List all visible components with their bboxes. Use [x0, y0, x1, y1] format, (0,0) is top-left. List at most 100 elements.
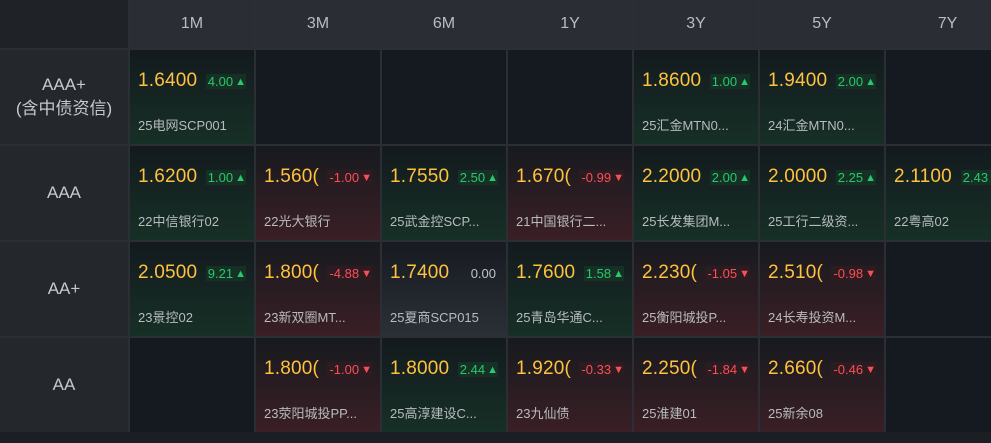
triangle-up-icon: ▲	[739, 75, 750, 88]
quote-cell[interactable]: 2.1100 2.43▲ 22粤高02	[886, 146, 991, 240]
quote-cell[interactable]: 1.6400 4.00 ▲ 25电网SCP001	[130, 50, 254, 144]
bond-name: 25汇金MTN0...	[642, 118, 729, 133]
row-header-line: AAA	[46, 183, 82, 202]
quote-cell[interactable]: 1.7550 2.50 ▲ 25武金控SCP...	[382, 146, 506, 240]
triangle-down-icon: ▼	[865, 267, 876, 280]
change-value: -1.00	[329, 170, 360, 185]
quote-cell[interactable]: 1.8600 1.00 ▲ 25汇金MTN0...	[634, 50, 758, 144]
change-value: 2.43	[962, 170, 989, 185]
quote-cell[interactable]: 2.0500 9.21 ▲ 23景控02	[130, 242, 254, 336]
triangle-down-icon: ▼	[739, 363, 750, 376]
triangle-down-icon: ▼	[865, 363, 876, 376]
bond-name: 23九仙债	[516, 406, 570, 421]
change-badge: -0.99 ▼	[579, 170, 624, 185]
row-header: AA	[0, 338, 128, 432]
yield-value: 1.920(	[516, 358, 572, 379]
change-value: 2.50	[459, 170, 486, 185]
change-value: 0.00	[470, 266, 496, 281]
column-header-3y[interactable]: 3Y	[634, 0, 758, 48]
bond-name: 24汇金MTN0...	[768, 118, 855, 133]
bond-name: 25武金控SCP...	[390, 214, 480, 229]
bond-name: 23荥阳城投PP...	[264, 406, 357, 421]
bond-name: 25夏商SCP015	[390, 310, 479, 325]
change-badge: 2.25 ▲	[835, 170, 876, 185]
quote-cell[interactable]: 2.2000 2.00 ▲ 25长发集团M...	[634, 146, 758, 240]
quote-cell[interactable]: 2.510(-0.98 ▼ 24长寿投资M...	[760, 242, 884, 336]
quote-cell[interactable]: 1.670(-0.99 ▼ 21中国银行二...	[508, 146, 632, 240]
yield-value: 1.7400	[390, 262, 450, 283]
column-header-5y[interactable]: 5Y	[760, 0, 884, 48]
yield-value: 1.560(	[264, 166, 320, 187]
yield-value: 2.1100	[894, 166, 952, 187]
change-badge: 9.21 ▲	[205, 266, 246, 281]
column-header-3m[interactable]: 3M	[256, 0, 380, 48]
change-value: 9.21	[207, 266, 234, 281]
row-header: AA+	[0, 242, 128, 336]
row-header: AAA	[0, 146, 128, 240]
yield-value: 2.0000	[768, 166, 828, 187]
yield-value: 2.2000	[642, 166, 702, 187]
bond-name: 22粤高02	[894, 214, 949, 229]
column-header-1y[interactable]: 1Y	[508, 0, 632, 48]
quote-cell[interactable]: 1.6200 1.00 ▲ 22中信银行02	[130, 146, 254, 240]
bond-name: 22光大银行	[264, 214, 331, 229]
bond-name: 22中信银行02	[138, 214, 219, 229]
quote-cell[interactable]: 2.0000 2.25 ▲ 25工行二级资...	[760, 146, 884, 240]
change-badge: 2.44 ▲	[457, 362, 498, 377]
row-header-line: AAA+	[42, 75, 86, 94]
yield-value: 2.0500	[138, 262, 198, 283]
column-header-6m[interactable]: 6M	[382, 0, 506, 48]
change-badge: 1.58 ▲	[583, 266, 624, 281]
change-badge: -1.84 ▼	[705, 362, 750, 377]
bond-name: 23新双圈MT...	[264, 310, 346, 325]
bond-name: 25长发集团M...	[642, 214, 731, 229]
triangle-up-icon: ▲	[235, 171, 246, 184]
change-badge: -4.88 ▼	[327, 266, 372, 281]
yield-value: 1.6200	[138, 166, 198, 187]
quote-cell[interactable]: 2.250(-1.84 ▼ 25淮建01	[634, 338, 758, 432]
change-badge: -0.46 ▼	[831, 362, 876, 377]
change-value: -0.99	[581, 170, 612, 185]
bond-name: 23景控02	[138, 310, 193, 325]
yield-value: 1.8000	[390, 358, 450, 379]
quote-cell[interactable]: 1.800( -4.88 ▼ 23新双圈MT...	[256, 242, 380, 336]
corner-cell	[0, 0, 128, 48]
change-badge: 1.00 ▲	[709, 74, 750, 89]
triangle-up-icon: ▲	[865, 171, 876, 184]
triangle-down-icon: ▼	[361, 363, 372, 376]
yield-value: 1.7600	[516, 262, 576, 283]
quote-cell[interactable]: 1.7400 0.00 25夏商SCP015	[382, 242, 506, 336]
yield-value: 2.510(	[768, 262, 824, 283]
triangle-up-icon: ▲	[235, 267, 246, 280]
empty-cell	[886, 242, 991, 336]
change-badge: -1.05 ▼	[705, 266, 750, 281]
triangle-down-icon: ▼	[361, 171, 372, 184]
change-value: 2.44	[459, 362, 486, 377]
bond-name: 24长寿投资M...	[768, 310, 857, 325]
quote-cell[interactable]: 1.560( -1.00 ▼ 22光大银行	[256, 146, 380, 240]
empty-cell	[256, 50, 380, 144]
quote-cell[interactable]: 1.8000 2.44 ▲ 25高淳建设C...	[382, 338, 506, 432]
change-badge: 2.50 ▲	[457, 170, 498, 185]
row-header: AAA+ (含中债资信)	[0, 50, 128, 144]
quote-cell[interactable]: 2.660(-0.46 ▼ 25新余08	[760, 338, 884, 432]
row-header-label: AAA+ (含中债资信)	[16, 73, 112, 121]
yield-value: 2.250(	[642, 358, 698, 379]
quote-cell[interactable]: 1.7600 1.58 ▲ 25青岛华通C...	[508, 242, 632, 336]
column-header-1m[interactable]: 1M	[130, 0, 254, 48]
triangle-up-icon: ▲	[487, 363, 498, 376]
yield-value: 1.670(	[516, 166, 572, 187]
triangle-down-icon: ▼	[613, 171, 624, 184]
bond-name: 25高淳建设C...	[390, 406, 477, 421]
column-header-7y[interactable]: 7Y	[886, 0, 991, 48]
triangle-up-icon: ▲	[235, 75, 246, 88]
quote-cell[interactable]: 1.9400 2.00 ▲ 24汇金MTN0...	[760, 50, 884, 144]
change-value: 1.00	[711, 74, 738, 89]
yield-value: 1.800(	[264, 262, 320, 283]
change-value: -1.05	[707, 266, 738, 281]
quote-cell[interactable]: 1.920(-0.33 ▼ 23九仙债	[508, 338, 632, 432]
quote-cell[interactable]: 2.230(-1.05 ▼ 25衡阳城投P...	[634, 242, 758, 336]
quote-cell[interactable]: 1.800(-1.00 ▼ 23荥阳城投PP...	[256, 338, 380, 432]
change-value: 2.25	[837, 170, 864, 185]
change-badge: 4.00 ▲	[205, 74, 246, 89]
